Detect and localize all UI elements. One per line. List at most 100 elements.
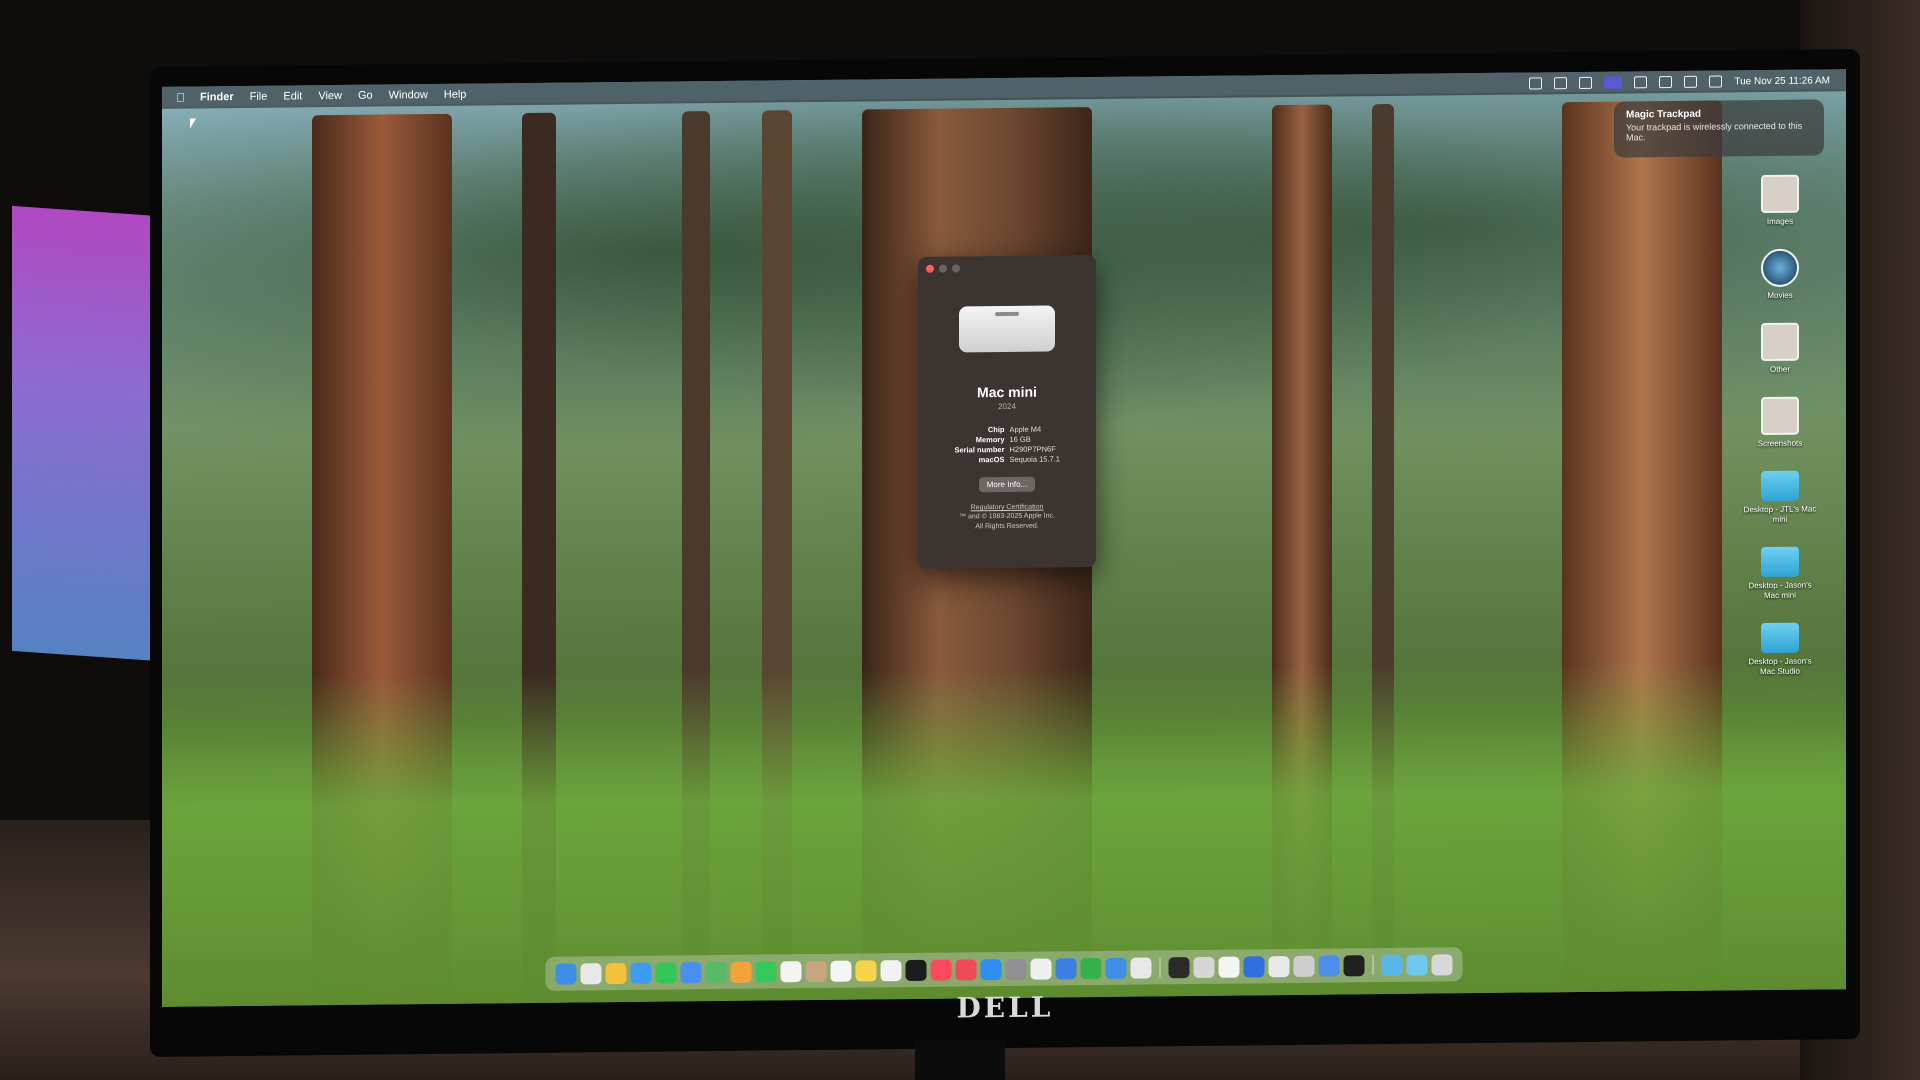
app-store-icon[interactable] (980, 958, 1002, 980)
contacts-icon[interactable] (805, 960, 827, 982)
image-stack-icon (1761, 174, 1799, 214)
desktop-item-other[interactable]: Other (1740, 322, 1820, 375)
desktop-item-label: Desktop - Jason's Mac mini (1748, 580, 1812, 601)
spec-value: Sequoia 15.7.1 (1009, 454, 1060, 464)
menu-help[interactable]: Help (444, 89, 467, 101)
photos-icon[interactable] (730, 961, 752, 983)
desktop-item-images[interactable]: Images (1740, 174, 1820, 227)
preview-icon[interactable] (1318, 954, 1340, 977)
desktop-item-label: Other (1769, 364, 1790, 374)
safari-icon[interactable] (630, 962, 652, 984)
apple-tv-icon[interactable] (905, 959, 927, 981)
slack-icon[interactable] (1268, 955, 1290, 977)
notes-icon[interactable] (855, 959, 877, 982)
news-icon[interactable] (955, 958, 977, 981)
screenshot-icon[interactable] (1193, 956, 1215, 978)
terminal-icon[interactable] (1168, 956, 1190, 978)
minimize-button[interactable] (939, 264, 947, 273)
desktop-item-screenshots[interactable]: Screenshots (1740, 396, 1820, 449)
battery-icon[interactable] (1554, 77, 1568, 90)
more-info-button[interactable]: More Info... (978, 476, 1036, 493)
calendar-icon[interactable] (780, 960, 802, 982)
activity-monitor-icon[interactable] (1130, 956, 1152, 979)
desktop-item-label: Desktop - Jason's Mac Studio (1748, 656, 1812, 677)
spec-row-macos: macOS Sequoia 15.7.1 (918, 454, 1096, 466)
pages-icon[interactable] (1030, 958, 1052, 980)
spec-list: Chip Apple M4 Memory 16 GB Serial number… (918, 424, 1096, 466)
rights-text: All Rights Reserved. (975, 522, 1039, 531)
reminders-icon[interactable] (830, 960, 852, 982)
menu-extras: Tue Nov 25 11:26 AM (1529, 74, 1830, 90)
mouse-cursor-icon (190, 118, 196, 129)
copyright-text: ™ and © 1983-2025 Apple Inc. (959, 512, 1055, 521)
document-icon (1761, 322, 1799, 362)
device-year: 2024 (998, 401, 1016, 412)
desktop-icons: Images Movies Other Screenshots Desktop … (1740, 174, 1820, 677)
close-button[interactable] (926, 264, 934, 273)
movie-icon (1761, 248, 1799, 288)
downloads-folder-icon[interactable] (1381, 954, 1403, 976)
desktop-item-folder-3[interactable]: Desktop - Jason's Mac Studio (1740, 622, 1820, 677)
desktop-item-label: Movies (1767, 290, 1793, 301)
keyboard-viewer-icon[interactable] (1293, 955, 1315, 977)
maps-icon[interactable] (705, 961, 727, 983)
dock-separator (1372, 955, 1374, 976)
spec-label: macOS (978, 455, 1005, 465)
screen-mirroring-icon[interactable] (1579, 76, 1593, 89)
keynote-icon[interactable] (1055, 957, 1077, 979)
monitor-brand-logo: DELL (956, 990, 1054, 1025)
desktop-item-label: Desktop - JTL's Mac mini (1743, 504, 1817, 524)
desktop-item-folder-1[interactable]: Desktop - JTL's Mac mini (1740, 470, 1820, 525)
screenshot-stack-icon (1761, 396, 1799, 436)
system-settings-icon[interactable] (1005, 958, 1027, 980)
desktop-item-movies[interactable]: Movies (1740, 248, 1820, 301)
device-name: Mac mini (977, 383, 1037, 401)
desktop-item-label: Screenshots (1757, 438, 1803, 449)
monitor-stand (915, 1040, 1005, 1080)
launchpad-icon[interactable] (580, 962, 602, 984)
window-controls (926, 264, 960, 273)
desktop-folder-icon[interactable] (1406, 954, 1428, 976)
freeform-icon[interactable] (880, 959, 902, 981)
apple-menu-icon[interactable]:  (176, 91, 190, 105)
siri-icon[interactable] (1709, 75, 1723, 88)
folder-icon (1761, 546, 1799, 578)
menu-window[interactable]: Window (389, 89, 428, 101)
numbers-icon[interactable] (1080, 957, 1102, 979)
stage-manager-icon[interactable] (1634, 76, 1648, 89)
menu-view[interactable]: View (318, 90, 342, 102)
stream-deck-icon[interactable] (1343, 954, 1365, 976)
finder-icon[interactable] (555, 962, 577, 985)
wifi-icon[interactable] (1659, 76, 1673, 89)
zoom-button[interactable] (952, 264, 960, 273)
folder-icon (1761, 470, 1799, 502)
desktop-item-label: Images (1766, 216, 1794, 227)
search-icon[interactable] (1684, 75, 1698, 88)
monitor:  Finder File Edit View Go Window Help T… (150, 49, 1860, 1057)
music-icon[interactable] (930, 959, 952, 981)
1password-icon[interactable] (1243, 955, 1265, 978)
notion-icon[interactable] (1218, 956, 1240, 978)
folder-icon (1761, 622, 1799, 654)
airplay-icon[interactable] (1604, 76, 1623, 89)
facetime-icon[interactable] (755, 960, 777, 983)
dock-separator (1159, 957, 1161, 978)
messages-icon[interactable] (655, 961, 677, 984)
menu-go[interactable]: Go (358, 90, 373, 102)
desktop-item-folder-2[interactable]: Desktop - Jason's Mac mini (1740, 546, 1820, 601)
menu-edit[interactable]: Edit (283, 90, 302, 102)
notification-body: Your trackpad is wirelessly connected to… (1626, 120, 1803, 143)
xcode-icon[interactable] (1105, 957, 1127, 979)
trackpad-notification[interactable]: Magic Trackpad Your trackpad is wireless… (1614, 99, 1824, 158)
mac-mini-image (959, 305, 1055, 353)
trash-icon[interactable] (1431, 953, 1453, 976)
menu-app-name[interactable]: Finder (200, 91, 234, 103)
mail-icon[interactable] (680, 961, 702, 983)
screen:  Finder File Edit View Go Window Help T… (162, 69, 1846, 1007)
menu-clock[interactable]: Tue Nov 25 11:26 AM (1734, 75, 1830, 87)
about-this-mac-window: Mac mini 2024 Chip Apple M4 Memory 16 GB… (918, 255, 1096, 569)
control-center-icon[interactable] (1529, 77, 1543, 90)
chrome-icon[interactable] (605, 962, 627, 984)
notification-title: Magic Trackpad (1626, 108, 1702, 121)
menu-file[interactable]: File (250, 91, 268, 103)
